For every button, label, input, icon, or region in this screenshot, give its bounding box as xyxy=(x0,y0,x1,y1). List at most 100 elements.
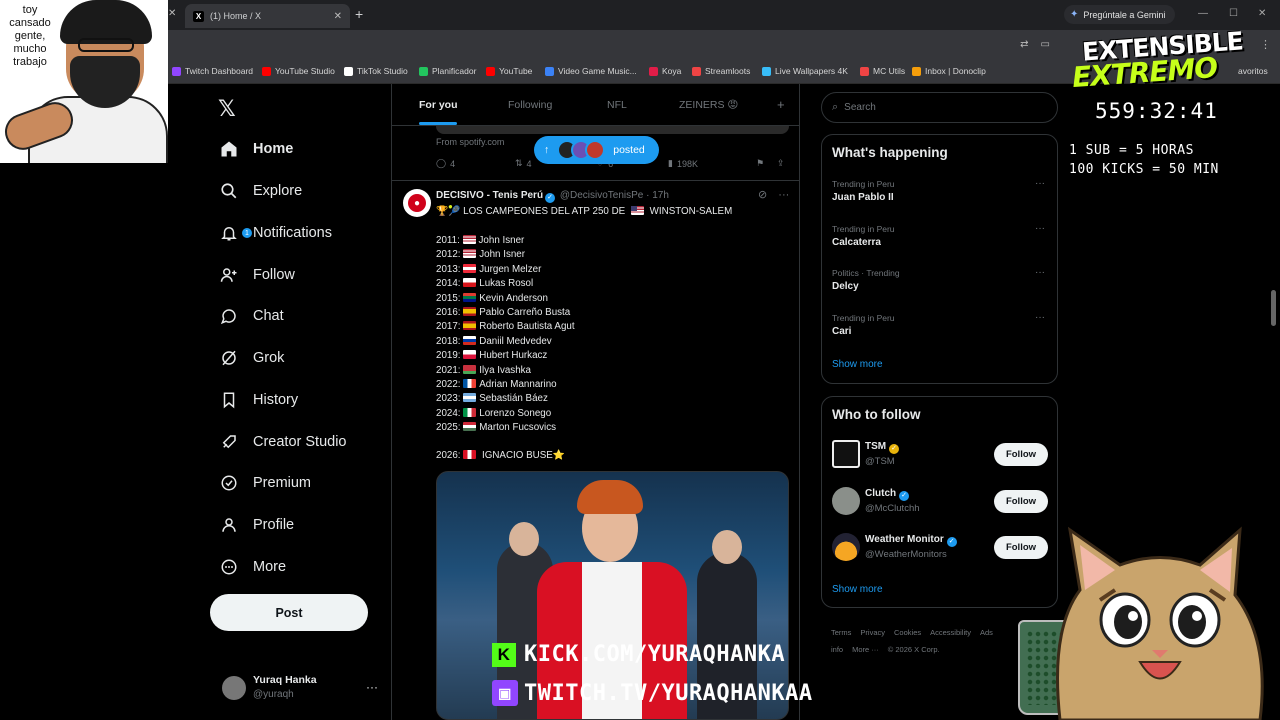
sidebar-item-home[interactable]: Home xyxy=(210,129,380,169)
follow-button[interactable]: Follow xyxy=(994,489,1048,513)
sidebar-item-explore[interactable]: Explore xyxy=(210,171,380,211)
tab-following[interactable]: Following xyxy=(508,99,552,111)
bookmark-item[interactable]: MC Utils xyxy=(860,66,905,76)
menu-kebab-icon[interactable]: ⋮ xyxy=(1260,38,1271,51)
search-input[interactable] xyxy=(844,102,1025,113)
footer-link[interactable]: Cookies xyxy=(894,628,921,637)
share-icon[interactable]: ⇪ xyxy=(777,158,785,169)
new-posts-pill[interactable]: ↑ posted xyxy=(534,136,659,164)
translate-icon[interactable]: ⇄ xyxy=(1020,39,1028,50)
follow-button[interactable]: Follow xyxy=(994,443,1048,466)
reply-button[interactable]: ◯ 4 xyxy=(436,158,455,169)
bookmark-icon[interactable]: ⚑ xyxy=(756,158,764,169)
sidebar-item-follow[interactable]: Follow xyxy=(210,255,380,295)
views-button[interactable]: ▮ 198K xyxy=(668,158,698,169)
follow-suggestion-name[interactable]: Weather Monitor ✓ xyxy=(865,534,959,547)
bookmark-item[interactable]: YouTube Studio xyxy=(262,66,335,76)
post-button[interactable]: Post xyxy=(210,594,368,631)
flag-by-icon xyxy=(463,364,477,374)
bookmark-item[interactable]: Video Game Music... xyxy=(545,66,637,76)
kick-logo-icon: K xyxy=(492,642,516,667)
active-tab-indicator xyxy=(419,122,457,125)
cast-icon[interactable]: ▭ xyxy=(1041,39,1050,50)
follow-suggestion-name[interactable]: TSM ✓ xyxy=(865,441,901,454)
follow-suggestion-name[interactable]: Clutch ✓ xyxy=(865,488,911,501)
more-icon[interactable]: ··· xyxy=(1035,312,1045,323)
bookmark-item[interactable]: Live Wallpapers 4K xyxy=(762,66,848,76)
sidebar-item-grok[interactable]: Grok xyxy=(210,338,380,378)
more-icon[interactable]: ··· xyxy=(366,680,378,694)
rate-kicks: 100 KICKS = 50 MIN xyxy=(1069,162,1219,177)
grok-icon[interactable]: ⊘ xyxy=(758,189,767,201)
bookmark-item[interactable]: Streamloots xyxy=(692,66,750,76)
flag-ru-icon xyxy=(463,335,477,345)
maximize-icon[interactable]: ☐ xyxy=(1229,8,1238,19)
trend-item[interactable]: Delcy xyxy=(832,281,859,292)
account-switcher[interactable]: Yuraq Hanka @yuraqh ··· xyxy=(222,672,382,708)
champion-line: 2013: Jurgen Melzer xyxy=(436,263,542,275)
avatar[interactable] xyxy=(832,486,860,515)
link-source[interactable]: From spotify.com xyxy=(436,137,504,147)
champion-line: 2015: Kevin Anderson xyxy=(436,292,548,304)
champion-line: 2022: Adrian Mannarino xyxy=(436,379,557,390)
footer-link[interactable]: Privacy xyxy=(860,628,885,637)
photo-head xyxy=(509,522,539,556)
more-icon[interactable]: ··· xyxy=(1035,267,1045,278)
footer-link[interactable]: Terms xyxy=(831,628,851,637)
avatar[interactable] xyxy=(832,533,860,561)
sidebar-item-chat[interactable]: Chat xyxy=(210,296,380,336)
bookmark-icon xyxy=(218,389,240,411)
sidebar-item-notifications[interactable]: 1 Notifications xyxy=(210,213,380,253)
avatar[interactable]: ● xyxy=(403,189,431,217)
bookmark-item[interactable]: YouTube xyxy=(486,66,532,76)
twitch-overlay: ▣ TWITCH.TV/YURAQHANKAA xyxy=(492,680,813,706)
sidebar-item-profile[interactable]: Profile xyxy=(210,505,380,545)
window-close-icon[interactable]: ✕ xyxy=(1258,8,1266,19)
close-tab-icon[interactable]: ✕ xyxy=(334,11,342,22)
minimize-icon[interactable]: — xyxy=(1198,8,1208,19)
sidebar-item-creator-studio[interactable]: Creator Studio xyxy=(210,422,380,462)
more-icon[interactable]: ··· xyxy=(1035,178,1045,189)
previous-tweet-media[interactable] xyxy=(436,126,789,134)
browser-tab-bar: ✕ X (1) Home / X ✕ + ✦ Pregúntale a Gemi… xyxy=(0,0,1280,30)
tab-zeiners[interactable]: ZEINERS 😡 xyxy=(679,99,738,111)
avatar[interactable] xyxy=(832,440,860,468)
sidebar-item-history[interactable]: History xyxy=(210,380,380,420)
show-more-link[interactable]: Show more xyxy=(832,359,883,370)
sidebar-item-premium[interactable]: Premium xyxy=(210,463,380,503)
add-tab-icon[interactable]: + xyxy=(777,97,785,112)
bookmark-favicon-icon xyxy=(860,66,869,76)
tweet-author[interactable]: DECISIVO - Tenis Perú ✓ @DecisivoTenisPe … xyxy=(436,190,669,203)
gemini-button[interactable]: ✦ Pregúntale a Gemini xyxy=(1064,5,1176,24)
repost-button[interactable]: ⇅ 4 xyxy=(515,158,532,169)
sidebar-item-more[interactable]: More xyxy=(210,547,380,587)
tab-for-you[interactable]: For you xyxy=(419,99,458,111)
footer-link[interactable]: Accessibility xyxy=(930,628,971,637)
trend-item[interactable]: Calcaterra xyxy=(832,237,881,248)
browser-tab-x-home[interactable]: X (1) Home / X ✕ xyxy=(185,4,350,28)
footer-link[interactable]: © 2026 X Corp. xyxy=(888,645,940,654)
bookmark-item[interactable]: TikTok Studio xyxy=(344,66,408,76)
search-box[interactable]: ⌕ xyxy=(821,92,1058,123)
bookmark-item[interactable]: Inbox | Donoclip xyxy=(912,66,986,76)
x-logo-icon[interactable]: 𝕏 xyxy=(218,96,236,122)
tweet-headline: 🏆🎾 LOS CAMPEONES DEL ATP 250 DE WINSTON-… xyxy=(436,206,733,217)
scrollbar-thumb[interactable] xyxy=(1271,290,1276,326)
webcam-caption: toy cansado gente, mucho trabajo xyxy=(9,4,51,68)
bookmark-item[interactable]: Twitch Dashboard xyxy=(172,66,253,76)
more-icon[interactable]: ··· xyxy=(1035,223,1045,234)
new-tab-icon[interactable]: + xyxy=(355,6,363,22)
close-tab-icon[interactable]: ✕ xyxy=(168,8,176,19)
footer-link[interactable]: More ··· xyxy=(852,645,879,654)
champion-line: 2017: Roberto Bautista Agut xyxy=(436,321,575,333)
champion-line: 2019: Hubert Hurkacz xyxy=(436,350,548,362)
flag-cz-icon xyxy=(463,278,477,288)
trend-item[interactable]: Cari xyxy=(832,326,851,337)
bookmark-item[interactable]: Koya xyxy=(649,66,681,76)
trend-item[interactable]: Juan Pablo II xyxy=(832,192,894,203)
more-icon[interactable]: ··· xyxy=(778,189,789,201)
show-more-link[interactable]: Show more xyxy=(832,584,883,595)
bookmark-item[interactable]: Planificador xyxy=(419,66,476,76)
tab-nfl[interactable]: NFL xyxy=(607,99,627,111)
x-favicon-icon: X xyxy=(193,10,204,22)
